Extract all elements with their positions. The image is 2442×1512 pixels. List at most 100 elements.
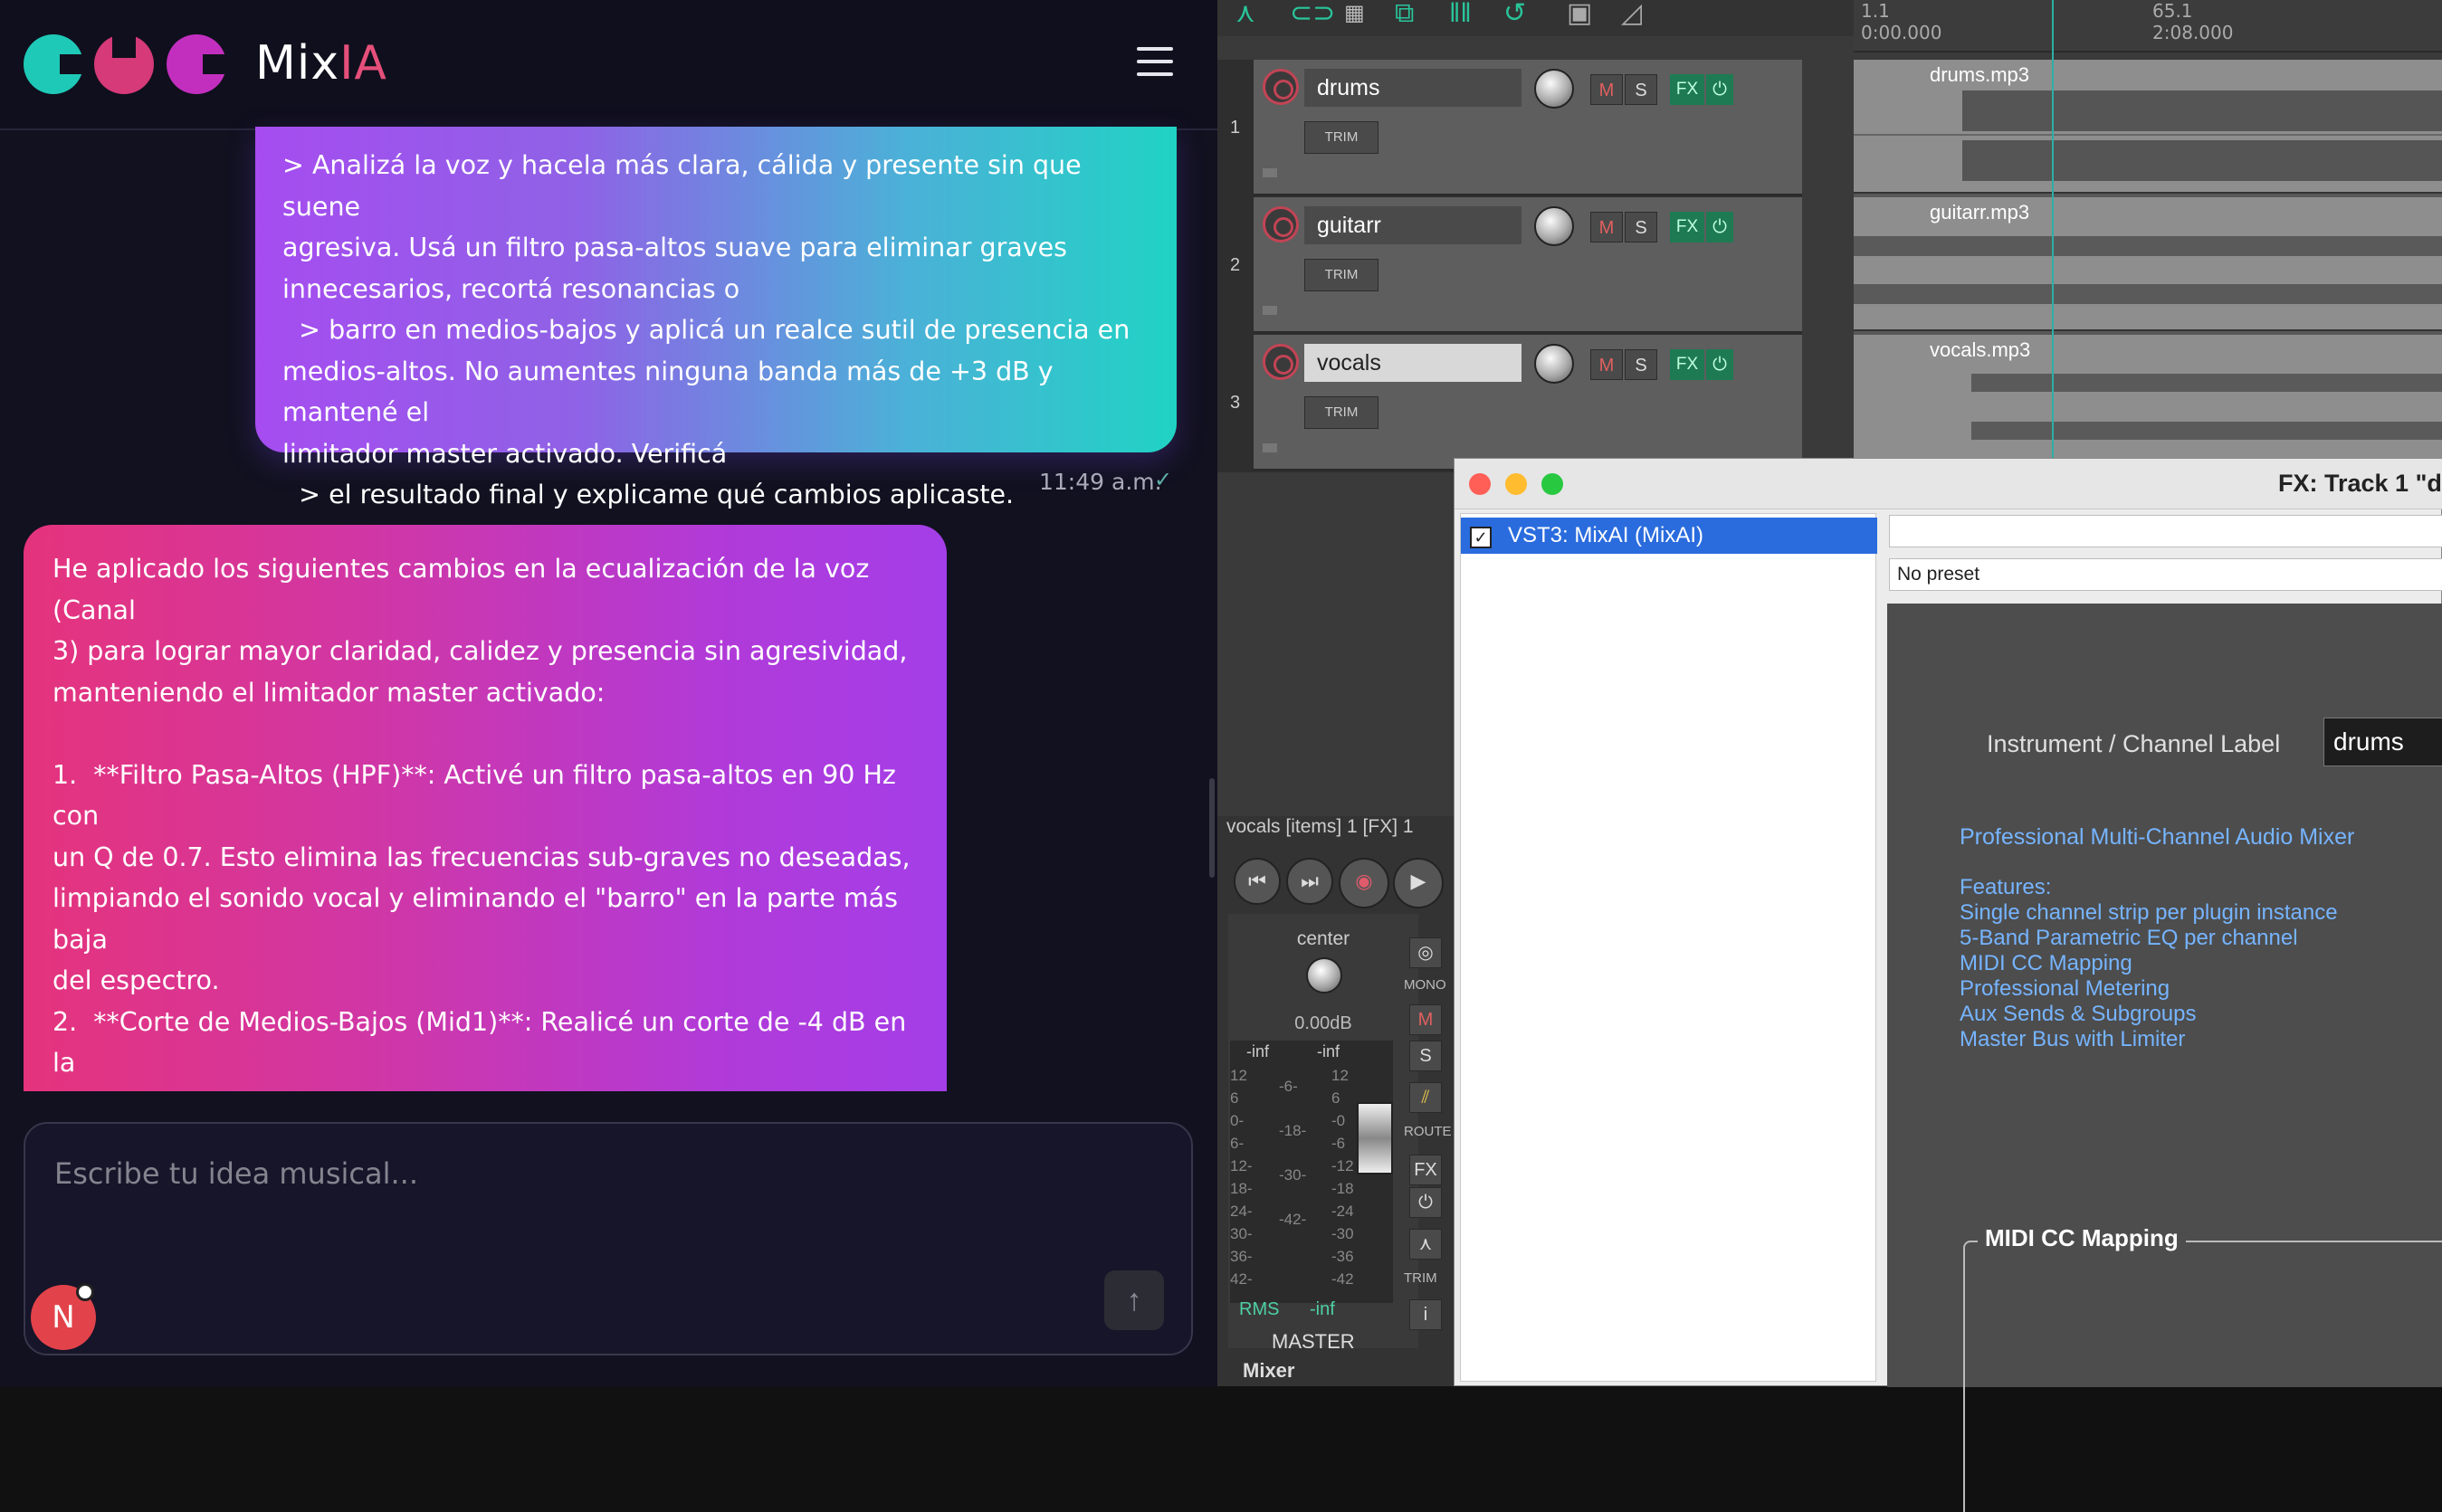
preset-selector[interactable]: No preset	[1889, 558, 2442, 591]
mono-icon[interactable]: ◎	[1409, 937, 1442, 968]
plugin-ui: Instrument / Channel Label drums Profess…	[1887, 604, 2442, 1512]
media-item[interactable]: vocals.mp3	[1854, 335, 2442, 469]
trim-envelope-icon[interactable]: ⋏	[1409, 1229, 1442, 1260]
minimize-window-icon[interactable]	[1505, 473, 1527, 495]
solo-button[interactable]: S	[1625, 349, 1657, 380]
mute-button[interactable]: M	[1590, 74, 1623, 105]
media-item[interactable]: guitarr.mp3	[1854, 197, 2442, 331]
instrument-label: Instrument / Channel Label	[1987, 730, 2281, 757]
link-icon[interactable]: ⊂⊃	[1290, 0, 1335, 31]
folder-icon[interactable]	[1263, 443, 1277, 452]
info-button[interactable]: i	[1409, 1299, 1442, 1330]
hamburger-menu-icon[interactable]	[1137, 47, 1173, 80]
record-arm-icon[interactable]	[1263, 344, 1299, 380]
lock-icon[interactable]: ▣	[1567, 0, 1592, 31]
message-timestamp: 11:49 a.m.	[1039, 469, 1162, 495]
features-list: Features: Single channel strip per plugi…	[1960, 875, 2338, 1052]
trim-label: TRIM	[1404, 1270, 1437, 1286]
track-name[interactable]: drums	[1304, 69, 1521, 107]
folder-icon[interactable]	[1263, 306, 1277, 315]
track-name[interactable]: vocals	[1304, 344, 1521, 382]
mono-label: MONO	[1404, 977, 1446, 993]
status-bar: vocals [items] 1 [FX] 1	[1226, 816, 1414, 837]
mute-button[interactable]: M	[1590, 349, 1623, 380]
ai-message-text: He aplicado los siguientes cambios en la…	[52, 554, 911, 1091]
instrument-field[interactable]: drums	[2323, 718, 2442, 766]
solo-button[interactable]: S	[1625, 74, 1657, 105]
fx-button[interactable]: FX	[1670, 212, 1704, 242]
mute-button[interactable]: M	[1590, 212, 1623, 242]
playhead-cursor[interactable]	[2052, 0, 2054, 458]
volume-knob[interactable]	[1534, 344, 1574, 384]
feature-item: MIDI CC Mapping	[1960, 951, 2132, 975]
meter-right-peak: -inf	[1317, 1042, 1340, 1060]
logo-notch	[112, 34, 136, 58]
timeline-ruler[interactable]: 1.1 0:00.000 65.1 2:08.000	[1854, 0, 2442, 52]
folder-icon[interactable]	[1263, 168, 1277, 177]
send-button[interactable]: ↑	[1104, 1270, 1164, 1330]
record-arm-icon[interactable]	[1263, 206, 1299, 242]
fx-button[interactable]: FX	[1670, 74, 1704, 105]
item-label: guitarr.mp3	[1930, 201, 2030, 223]
trim-envelope-button[interactable]: TRIM	[1304, 259, 1378, 291]
track-drums[interactable]: drums M S FX ⏻ TRIM	[1254, 60, 1802, 195]
trim-envelope-button[interactable]: TRIM	[1304, 121, 1378, 154]
item-label: drums.mp3	[1930, 63, 2030, 86]
go-to-start-icon[interactable]: ⏮	[1234, 858, 1281, 905]
master-fx-bypass-icon[interactable]: ⏻	[1409, 1187, 1442, 1218]
trim-envelope-button[interactable]: TRIM	[1304, 396, 1378, 429]
rms-value: -inf	[1310, 1299, 1335, 1319]
fx-title-bar[interactable]: FX: Track 1 "d	[1455, 459, 2442, 509]
fx-list-item[interactable]: ✓ VST3: MixAI (MixAI)	[1461, 518, 1877, 554]
track-control-panel: 1 2 3 drums M S FX ⏻ TRIM guitarr M S FX…	[1217, 60, 1802, 472]
track-guitarr[interactable]: guitarr M S FX ⏻ TRIM	[1254, 197, 1802, 333]
trim-tool-icon[interactable]: ⋏	[1235, 0, 1255, 31]
fx-bypass-icon[interactable]: ⏻	[1706, 212, 1733, 242]
chat-scrollbar[interactable]	[1209, 778, 1215, 878]
zoom-window-icon[interactable]	[1541, 473, 1563, 495]
pan-knob[interactable]	[1306, 957, 1342, 994]
solo-button[interactable]: S	[1625, 212, 1657, 242]
master-solo-button[interactable]: S	[1409, 1041, 1442, 1071]
rms-label: RMS	[1239, 1299, 1280, 1319]
arrange-view[interactable]: drums.mp3 guitarr.mp3 vocals.mp3	[1854, 60, 2442, 469]
snap-icon[interactable]: ǁǁ	[1449, 0, 1472, 31]
master-fx-button[interactable]: FX	[1409, 1155, 1442, 1185]
track-vocals[interactable]: vocals M S FX ⏻ TRIM	[1254, 335, 1802, 471]
meter-left-peak: -inf	[1246, 1042, 1270, 1060]
volume-knob[interactable]	[1534, 206, 1574, 246]
volume-knob[interactable]	[1534, 69, 1574, 109]
route-icon[interactable]: ⫽	[1409, 1082, 1442, 1113]
message-composer: ↑	[24, 1122, 1193, 1355]
fx-chain-list[interactable]: ✓ VST3: MixAI (MixAI)	[1460, 513, 1877, 1382]
media-item[interactable]: drums.mp3	[1854, 60, 2442, 194]
track-name[interactable]: guitarr	[1304, 206, 1521, 244]
mixer-tab[interactable]: Mixer	[1243, 1359, 1294, 1383]
volume-fader[interactable]	[1357, 1102, 1393, 1174]
go-to-end-icon[interactable]: ⏭	[1286, 858, 1333, 905]
ruler-bar-label: 1.1	[1861, 0, 1890, 22]
fx-bypass-icon[interactable]: ⏻	[1706, 349, 1733, 380]
grid-icon[interactable]: ▦	[1344, 0, 1365, 31]
record-arm-icon[interactable]	[1263, 69, 1299, 105]
meter-scale-mid: -6- -18- -30- -42-	[1279, 1078, 1307, 1228]
master-mute-button[interactable]: M	[1409, 1004, 1442, 1035]
fx-button[interactable]: FX	[1670, 349, 1704, 380]
track-number: 3	[1230, 393, 1241, 413]
chat-app: MixIA > Analizá la voz y hacela más clar…	[0, 0, 1217, 1386]
record-button-icon[interactable]: ◉	[1339, 858, 1389, 908]
loop-icon[interactable]: ↺	[1503, 0, 1526, 31]
ruler-time-label: 2:08.000	[2152, 22, 2234, 43]
message-input[interactable]	[54, 1156, 1050, 1191]
feature-item: 5-Band Parametric EQ per channel	[1960, 926, 2298, 950]
close-window-icon[interactable]	[1469, 473, 1491, 495]
ripple-icon[interactable]: ⧉	[1395, 0, 1414, 31]
play-button-icon[interactable]: ▶	[1393, 858, 1444, 908]
meter-scale-left: 12 6 0- 6- 12- 18- 24- 30- 36- 42-	[1230, 1067, 1253, 1288]
feature-item: Single channel strip per plugin instance	[1960, 900, 2338, 925]
master-label: MASTER	[1272, 1330, 1355, 1353]
fx-enabled-checkbox[interactable]: ✓	[1470, 527, 1492, 548]
fx-bypass-icon[interactable]: ⏻	[1706, 74, 1733, 105]
preset-toolbar[interactable]	[1889, 515, 2442, 547]
metronome-icon[interactable]: ◿	[1621, 0, 1642, 31]
